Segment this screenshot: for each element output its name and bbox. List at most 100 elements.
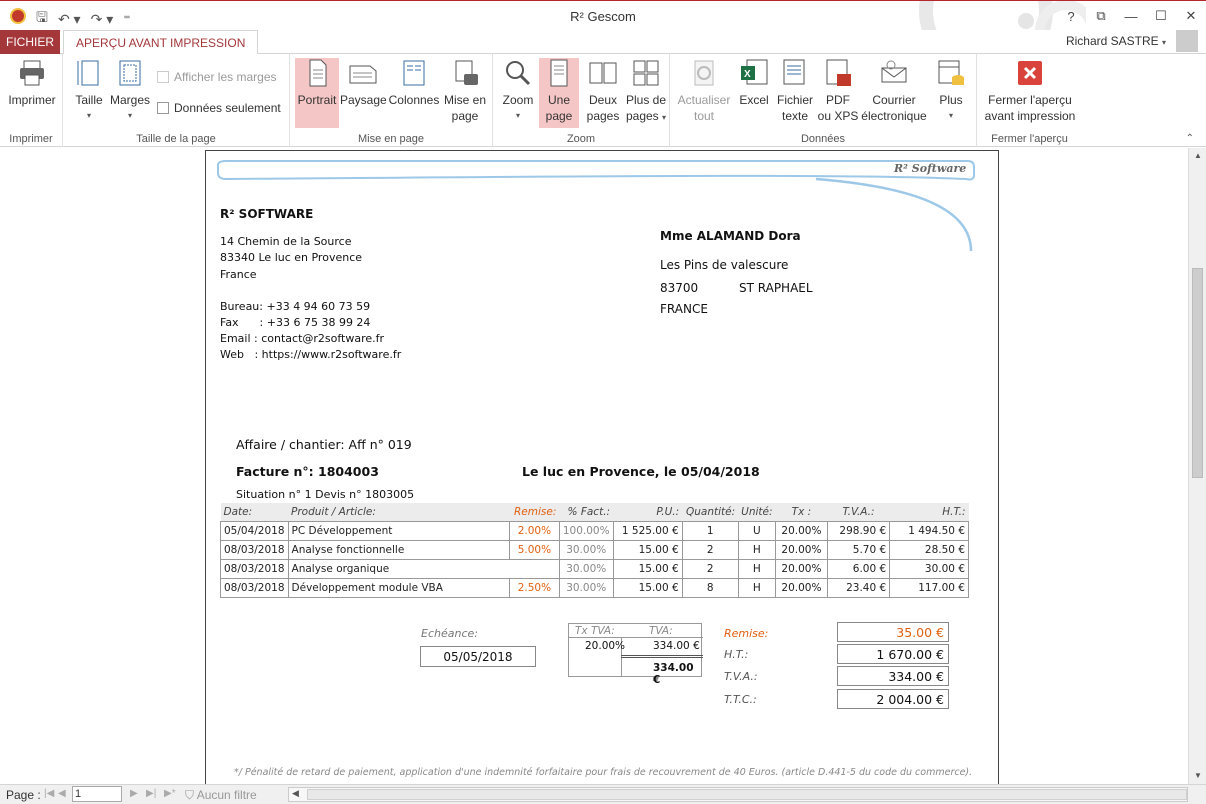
cell-pct-fact: 30.00% <box>558 577 614 598</box>
plus-de-pages-label-2-text: pages <box>625 109 659 123</box>
taille-button[interactable]: Taille ▾ <box>71 58 107 124</box>
col-header: H.T.: <box>889 503 969 521</box>
portrait-button[interactable]: Portrait <box>295 58 339 128</box>
close-button[interactable]: ✕ <box>1176 1 1206 31</box>
group-mise-en-page: Portrait Paysage Colonnes Mise en page M… <box>290 54 493 147</box>
deux-pages-button[interactable]: Deux pages <box>583 58 623 124</box>
cell-tva: 23.40 € <box>826 577 891 598</box>
remise-total: 35.00 € <box>837 622 949 642</box>
minimize-button[interactable]: — <box>1116 1 1146 31</box>
cell-ht: 30.00 € <box>889 558 969 579</box>
fichier-texte-button[interactable]: Fichier texte <box>774 58 816 124</box>
tva-summary-table: Tx TVA: TVA: 20.00% 334.00 € 334.00 € <box>568 623 703 686</box>
col-header: Unité: <box>738 503 776 521</box>
plus-de-pages-label-2: pages ▾ <box>625 109 667 123</box>
col-header: Quantité: <box>682 503 739 521</box>
cell-pu: 1 525.00 € <box>612 520 683 541</box>
cell-pu: 15.00 € <box>612 539 683 560</box>
cell-qty: 8 <box>681 577 739 598</box>
remise-label: Remise: <box>724 627 769 640</box>
table-row: 08/03/2018 Développement module VBA 2.50… <box>220 577 969 598</box>
scroll-down-icon[interactable]: ▼ <box>1189 768 1206 784</box>
col-header: % Fact.: <box>559 503 614 521</box>
company-contact-line: Web : https://www.r2software.fr <box>220 348 402 361</box>
collapse-ribbon-icon[interactable]: ⌃ <box>1186 133 1194 144</box>
group-zoom: Zoom ▾ Une page Deux pages Plus de pages… <box>493 54 670 147</box>
affaire-line: Affaire / chantier: Aff n° 019 <box>236 437 412 452</box>
filter-status[interactable]: ⛉ Aucun filtre <box>185 788 257 803</box>
une-page-label-1: Une <box>547 93 570 107</box>
une-page-button[interactable]: Une page <box>539 58 579 128</box>
cell-qty: 2 <box>681 539 739 560</box>
donnees-seulement-checkbox[interactable]: Données seulement <box>157 101 281 115</box>
group-taille: Taille ▾ Marges ▾ Afficher les marges Do… <box>63 54 290 147</box>
tab-fichier[interactable]: FICHIER <box>0 30 60 54</box>
logo: R² Software <box>894 162 967 175</box>
ht-total: 1 670.00 € <box>837 644 949 664</box>
une-page-label-2: page <box>545 109 573 123</box>
courrier-electronique-button[interactable]: Courrier électronique <box>860 58 928 124</box>
last-page-icon[interactable]: ▶| <box>146 788 156 799</box>
imprimer-button[interactable]: Imprimer <box>4 58 60 108</box>
imprimer-label: Imprimer <box>8 93 56 107</box>
actualiser-tout-button[interactable]: Actualiser tout <box>674 58 734 124</box>
avatar[interactable] <box>1176 30 1198 52</box>
tva-amount-header: TVA: <box>649 625 673 637</box>
help-button[interactable]: ? <box>1056 1 1086 31</box>
cell-product: PC Développement <box>287 520 510 541</box>
print-preview-area[interactable]: R² Software R² SOFTWARE 14 Chemin de la … <box>0 148 1188 784</box>
vertical-scrollbar[interactable]: ▲ ▼ <box>1188 148 1206 784</box>
tva-amount: 334.00 € <box>653 640 700 652</box>
portrait-icon <box>302 58 332 88</box>
zoom-label: Zoom <box>502 93 534 107</box>
ribbon: Imprimer Imprimer Taille ▾ Marges ▾ Affi… <box>0 54 1206 147</box>
plus-label: Plus <box>939 93 963 107</box>
scroll-thumb[interactable] <box>1192 268 1203 478</box>
next-page-icon[interactable]: ▶ <box>130 788 138 799</box>
prev-page-icon[interactable]: ◀ <box>58 788 66 799</box>
cell-unit: H <box>737 577 777 598</box>
fermer-apercu-button[interactable]: Fermer l'aperçu avant impression <box>981 58 1079 124</box>
maximize-button[interactable]: ☐ <box>1146 1 1176 31</box>
first-page-icon[interactable]: |◀ <box>44 788 54 799</box>
zoom-button[interactable]: Zoom ▾ <box>498 58 538 124</box>
pdf-xps-button[interactable]: PDF ou XPS <box>816 58 860 124</box>
plus-button[interactable]: Plus ▾ <box>932 58 970 124</box>
client-city: ST RAPHAEL <box>739 281 813 295</box>
echeance-label: Echéance: <box>421 627 478 640</box>
fichier-texte-label-1: Fichier <box>776 93 813 107</box>
scroll-up-icon[interactable]: ▲ <box>1189 148 1206 164</box>
paysage-button[interactable]: Paysage <box>340 58 387 108</box>
cell-date: 05/04/2018 <box>220 520 289 541</box>
cell-pct-fact: 100.00% <box>558 520 614 541</box>
tva-divider <box>569 637 703 638</box>
penalty-note: */ Pénalité de retard de paiement, appli… <box>234 767 973 778</box>
new-record-icon[interactable]: ▶* <box>164 788 176 799</box>
company-name: R² SOFTWARE <box>220 207 314 221</box>
horizontal-scroll-thumb[interactable] <box>307 789 1187 800</box>
scroll-left-icon[interactable]: ◀ <box>292 788 299 799</box>
magnifier-icon <box>503 58 533 88</box>
cell-ht: 28.50 € <box>889 539 969 560</box>
ht-label: H.T.: <box>724 648 749 661</box>
group-label-fermer: Fermer l'aperçu <box>991 133 1068 145</box>
chevron-down-icon: ▾ <box>86 111 91 120</box>
cell-tva: 6.00 € <box>826 558 891 579</box>
database-icon <box>936 58 966 88</box>
user-name[interactable]: Richard SASTRE ▾ <box>1066 34 1166 48</box>
cell-pu: 15.00 € <box>612 577 683 598</box>
mise-en-page-button[interactable]: Mise en page <box>441 58 489 124</box>
paysage-label: Paysage <box>340 93 387 107</box>
horizontal-scrollbar[interactable]: ◀ <box>288 787 1188 802</box>
plus-de-pages-button[interactable]: Plus de pages ▾ <box>624 58 668 126</box>
restore-ribbon-button[interactable]: ⧉ <box>1086 1 1116 31</box>
tab-apercu[interactable]: APERÇU AVANT IMPRESSION <box>63 30 259 55</box>
deux-pages-label-1: Deux <box>588 93 617 107</box>
excel-button[interactable]: X Excel <box>736 58 772 108</box>
page-number-input[interactable]: 1 <box>72 786 122 802</box>
marges-button[interactable]: Marges ▾ <box>110 58 150 124</box>
afficher-marges-checkbox[interactable]: Afficher les marges <box>157 70 277 84</box>
checkbox-box <box>157 71 169 83</box>
colonnes-button[interactable]: Colonnes <box>388 58 440 108</box>
echeance-value: 05/05/2018 <box>420 646 536 667</box>
